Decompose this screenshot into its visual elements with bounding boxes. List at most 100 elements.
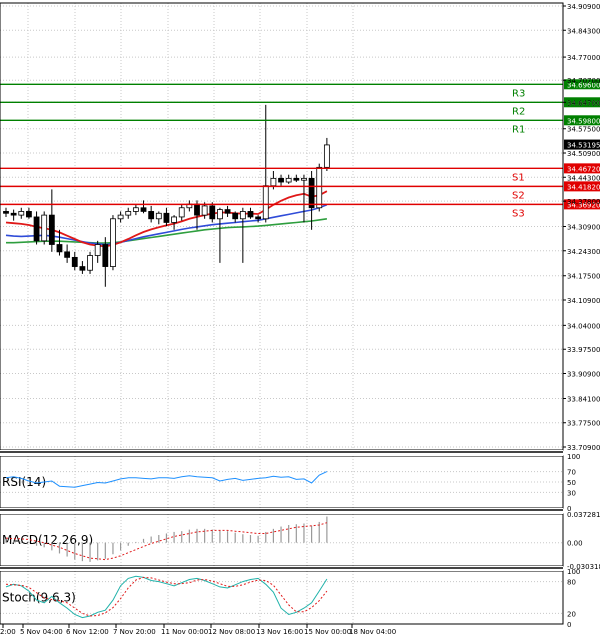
candle (79, 261, 86, 274)
candle (285, 174, 292, 184)
candle-body (285, 177, 292, 183)
candle (155, 211, 162, 225)
candle-body (33, 216, 40, 242)
candle-body (239, 211, 246, 220)
stoch-title: Stoch(9,6,3) (2, 591, 76, 605)
level-price-label: 34.59800 (567, 117, 600, 125)
candle-body (224, 209, 231, 214)
trading-chart: R334.69600R234.64700R134.59800S134.46720… (0, 2, 600, 636)
panel-tick-label: 0.037281 (567, 511, 600, 519)
candle-body (87, 255, 93, 271)
candle (186, 200, 193, 212)
price-tick-label: 34.17500 (567, 273, 600, 281)
time-tick-label: 15 Nov 00:00 (304, 628, 351, 636)
panel-tick-label: 0 (567, 621, 571, 629)
candle-body (301, 177, 307, 181)
candle (18, 207, 25, 219)
price-tick-label: 34.24300 (567, 248, 600, 256)
candle-body (79, 266, 86, 271)
level-name-s3: S3 (512, 208, 525, 219)
candle-body (163, 212, 170, 223)
candle-body (278, 177, 284, 183)
panel-tick-label: 80 (567, 579, 576, 587)
panel-tick-label: 50 (567, 479, 576, 487)
candle (117, 211, 124, 223)
price-tick-label: 34.70700 (567, 77, 600, 85)
candle-body (201, 205, 208, 216)
candle-body (41, 214, 48, 242)
candle (64, 244, 71, 263)
candle-body (48, 214, 55, 245)
time-tick-label: 18 Nov 04:00 (349, 628, 396, 636)
candle (293, 174, 300, 183)
candle (33, 211, 40, 245)
candle-body (178, 207, 185, 218)
time-tick-label: 13 Nov 16:00 (256, 628, 303, 636)
level-price-label: 34.41820 (567, 183, 600, 191)
candle (239, 207, 246, 263)
price-tick-label: 34.77000 (567, 54, 600, 62)
candle-body (102, 244, 109, 267)
rsi-line (5, 471, 328, 488)
candle-body (293, 177, 300, 181)
candle (148, 205, 155, 223)
candle-body (94, 244, 101, 256)
candle-body (270, 177, 277, 187)
macd-title: MACD(12,26,9) (2, 533, 93, 547)
time-tick-label: 11 Nov 00:00 (161, 628, 208, 636)
price-tick-label: 34.64700 (567, 99, 600, 107)
price-tick-label: 34.44300 (567, 174, 600, 182)
candle-body (217, 209, 223, 220)
level-name-s1: S1 (512, 172, 525, 183)
time-tick-label: 5 Nov 04:00 (20, 628, 63, 636)
candle-body (10, 212, 17, 216)
panel-tick-label: 100 (567, 568, 580, 576)
price-tick-label: 34.04000 (567, 322, 600, 330)
candle (94, 240, 101, 263)
candle-body (316, 166, 323, 209)
candle (41, 211, 48, 245)
candle-body (110, 218, 116, 267)
candle-body (64, 251, 71, 258)
candle-body (132, 207, 139, 212)
panel-frame-3 (0, 570, 564, 625)
time-tick-label: 12 Nov 08:00 (208, 628, 255, 636)
candle-body (71, 256, 78, 267)
candle-body (148, 211, 155, 220)
candle (217, 207, 223, 263)
candle-body (262, 185, 269, 220)
price-tick-label: 33.84100 (567, 395, 600, 403)
level-name-r3: R3 (512, 88, 525, 99)
price-tick-label: 33.97500 (567, 346, 600, 354)
candle (3, 207, 9, 217)
candle-body (3, 211, 9, 214)
candle-body (323, 144, 330, 168)
current-price-label: 34.53195 (567, 142, 600, 150)
time-tick-label: 7 Nov 20:00 (113, 628, 156, 636)
candle-body (232, 212, 239, 220)
panel-tick-label: 0.00 (567, 540, 583, 548)
time-tick-label: 2:00 (0, 628, 16, 636)
panel-tick-label: 100 (567, 453, 580, 461)
candle (110, 215, 116, 271)
time-tick-label: 6 Nov 12:00 (66, 628, 109, 636)
candle (26, 207, 32, 219)
panel-tick-label: 70 (567, 469, 576, 477)
candle (224, 205, 231, 217)
candle-body (155, 212, 162, 220)
candle-body (194, 203, 200, 216)
candle (87, 251, 93, 274)
price-tick-label: 34.90900 (567, 3, 600, 11)
candle (301, 174, 307, 223)
candle (48, 189, 55, 252)
price-tick-label: 34.84300 (567, 27, 600, 35)
candle-body (26, 211, 32, 218)
price-tick-label: 33.70900 (567, 444, 600, 452)
candle (247, 207, 254, 219)
candle-body (247, 211, 254, 218)
candle (323, 137, 330, 172)
candle-body (209, 205, 216, 220)
candle-body (18, 211, 25, 216)
candle-body (117, 214, 124, 220)
candle (71, 251, 78, 271)
